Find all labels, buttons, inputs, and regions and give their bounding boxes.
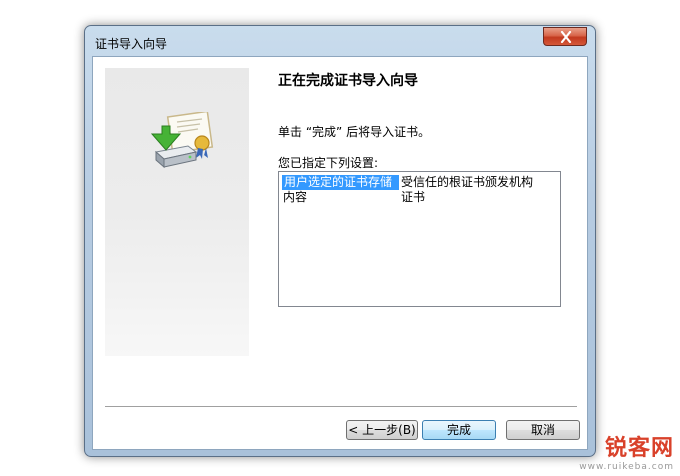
title-bar[interactable]: 证书导入向导 xyxy=(85,26,595,56)
window-title: 证书导入向导 xyxy=(95,37,168,51)
wizard-client-area: 正在完成证书导入向导 单击 “完成” 后将导入证书。 您已指定下列设置: 用户选… xyxy=(92,56,588,450)
settings-value: 证书 xyxy=(401,190,426,204)
instruction-text: 单击 “完成” 后将导入证书。 xyxy=(278,125,431,139)
settings-list[interactable]: 用户选定的证书存储 受信任的根证书颁发机构 内容 证书 xyxy=(278,171,561,307)
settings-value: 受信任的根证书颁发机构 xyxy=(401,175,534,189)
wizard-window: 证书导入向导 正在完成证书导入向导 单击 “完成” 后将导入证书。 您已指定下列… xyxy=(84,25,596,457)
finish-button[interactable]: 完成 xyxy=(422,420,496,440)
close-button[interactable] xyxy=(543,27,587,46)
settings-label: 您已指定下列设置: xyxy=(278,156,379,170)
watermark-brand: 锐客网 xyxy=(604,436,674,461)
page-title: 正在完成证书导入向导 xyxy=(278,73,418,89)
back-button[interactable]: < 上一步(B) xyxy=(346,420,418,440)
cancel-button[interactable]: 取消 xyxy=(506,420,580,440)
close-icon xyxy=(560,31,572,43)
settings-key: 内容 xyxy=(283,190,308,204)
watermark: 锐客网 www.ruikeba.com xyxy=(579,430,674,472)
watermark-url: www.ruikeba.com xyxy=(579,462,674,472)
certificate-import-icon xyxy=(150,112,214,169)
button-separator xyxy=(105,406,577,408)
wizard-side-panel xyxy=(105,68,249,356)
settings-key: 用户选定的证书存储 xyxy=(282,175,399,190)
